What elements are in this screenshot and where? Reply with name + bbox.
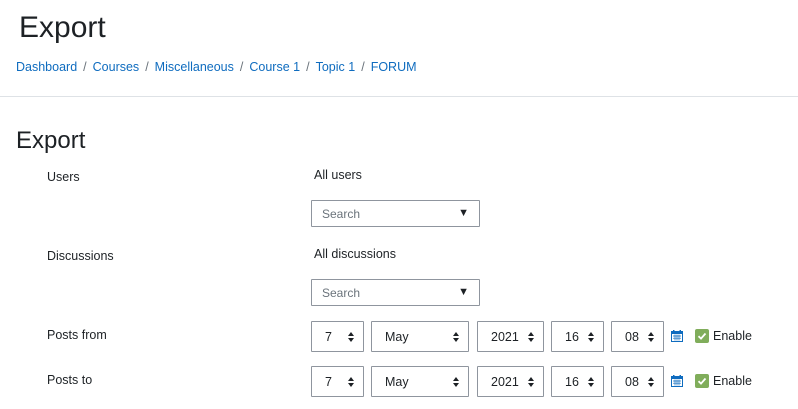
page-title: Export: [19, 11, 106, 44]
form-title: Export: [16, 127, 86, 154]
posts-to-hour-value: 16: [565, 374, 579, 389]
breadcrumb-separator: /: [83, 60, 87, 74]
header-divider: [0, 96, 798, 97]
breadcrumb-course-1[interactable]: Course 1: [249, 60, 300, 74]
posts-to-minute-value: 08: [625, 374, 639, 389]
posts-from-day-select[interactable]: 7: [311, 321, 364, 352]
posts-from-minute-select[interactable]: 08: [611, 321, 664, 352]
posts-to-day-value: 7: [325, 374, 332, 389]
posts-to-enable-checkbox[interactable]: [695, 374, 709, 388]
posts-to-minute-select[interactable]: 08: [611, 366, 664, 397]
posts-from-hour-select[interactable]: 16: [551, 321, 604, 352]
select-arrows-icon: [648, 332, 654, 342]
breadcrumb-separator: /: [306, 60, 310, 74]
breadcrumb-miscellaneous[interactable]: Miscellaneous: [155, 60, 234, 74]
posts-to-month-select[interactable]: May: [371, 366, 469, 397]
users-search-input[interactable]: [312, 206, 452, 221]
discussions-label: Discussions: [47, 249, 114, 263]
breadcrumb-separator: /: [361, 60, 365, 74]
users-search-field[interactable]: ▼: [311, 200, 480, 227]
checkmark-icon: [697, 332, 707, 340]
breadcrumb-separator: /: [239, 60, 244, 74]
calendar-icon[interactable]: [671, 375, 683, 387]
posts-from-minute-value: 08: [625, 329, 639, 344]
users-label: Users: [47, 170, 80, 184]
posts-to-hour-select[interactable]: 16: [551, 366, 604, 397]
posts-to-day-select[interactable]: 7: [311, 366, 364, 397]
posts-to-year-value: 2021: [491, 374, 519, 389]
select-arrows-icon: [453, 377, 459, 387]
posts-to-enable-label[interactable]: Enable: [713, 374, 752, 388]
posts-from-label: Posts from: [47, 328, 107, 342]
posts-to-label: Posts to: [47, 373, 93, 387]
select-arrows-icon: [528, 332, 534, 342]
posts-from-year-value: 2021: [491, 329, 519, 344]
posts-from-month-select[interactable]: May: [371, 321, 469, 352]
checkmark-icon: [697, 377, 707, 385]
breadcrumb-courses[interactable]: Courses: [93, 60, 140, 74]
posts-to-month-value: May: [385, 374, 409, 389]
select-arrows-icon: [348, 332, 354, 342]
select-arrows-icon: [528, 377, 534, 387]
caret-down-icon[interactable]: ▼: [458, 207, 469, 219]
posts-to-year-select[interactable]: 2021: [477, 366, 544, 397]
calendar-icon[interactable]: [671, 330, 683, 342]
breadcrumb-topic-1[interactable]: Topic 1: [316, 60, 356, 74]
select-arrows-icon: [648, 377, 654, 387]
posts-from-hour-value: 16: [565, 329, 579, 344]
breadcrumb-forum[interactable]: FORUM: [371, 60, 417, 74]
posts-from-enable-label[interactable]: Enable: [713, 329, 752, 343]
posts-from-day-value: 7: [325, 329, 332, 344]
discussions-search-input[interactable]: [312, 285, 452, 300]
posts-from-year-select[interactable]: 2021: [477, 321, 544, 352]
users-selection: All users: [314, 168, 362, 182]
caret-down-icon[interactable]: ▼: [458, 286, 469, 298]
select-arrows-icon: [453, 332, 459, 342]
discussions-search-field[interactable]: ▼: [311, 279, 480, 306]
posts-from-enable-checkbox[interactable]: [695, 329, 709, 343]
breadcrumb-dashboard[interactable]: Dashboard: [16, 60, 77, 74]
select-arrows-icon: [348, 377, 354, 387]
breadcrumb: Dashboard / Courses / Miscellaneous / Co…: [16, 60, 417, 74]
breadcrumb-separator: /: [145, 60, 149, 74]
select-arrows-icon: [588, 332, 594, 342]
select-arrows-icon: [588, 377, 594, 387]
posts-from-month-value: May: [385, 329, 409, 344]
discussions-selection: All discussions: [314, 247, 396, 261]
